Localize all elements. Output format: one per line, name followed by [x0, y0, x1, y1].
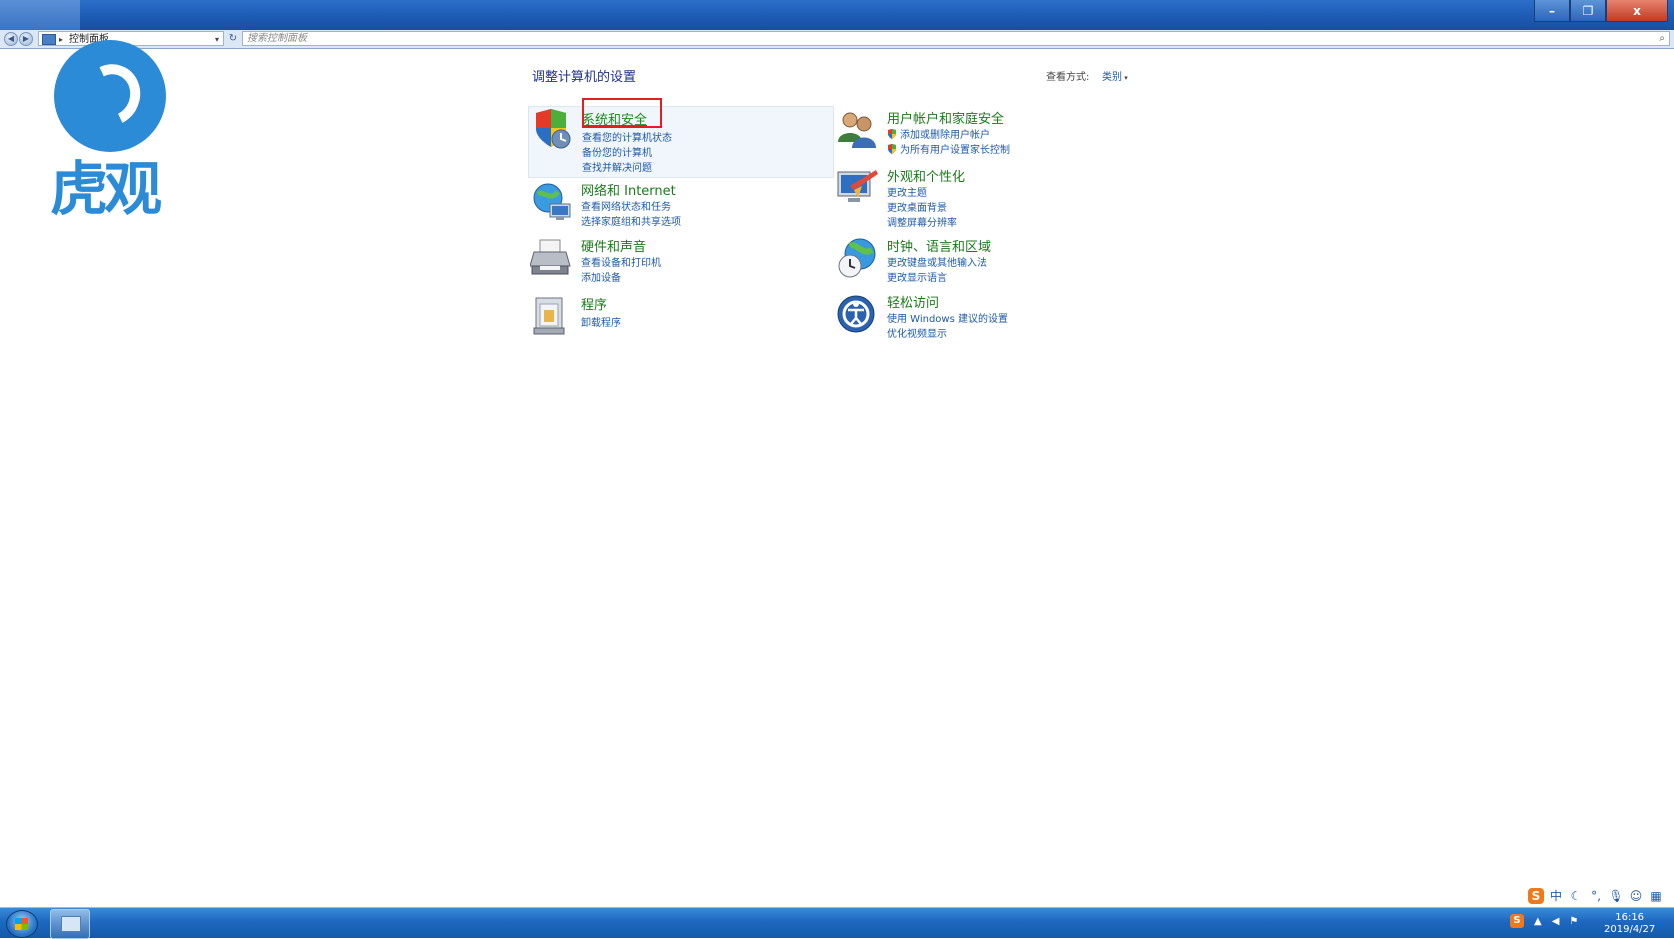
view-by-label: 查看方式: — [1046, 72, 1090, 83]
category-title-programs[interactable]: 程序 — [581, 294, 607, 313]
title-bar: – ❐ x — [0, 0, 1674, 30]
link-change-theme[interactable]: 更改主题 — [887, 184, 927, 199]
ime-language-toggle[interactable]: 中 — [1548, 888, 1564, 904]
action-center-flag-icon[interactable]: ⚑ — [1569, 916, 1578, 927]
view-by-dropdown[interactable]: 类别 — [1102, 68, 1128, 83]
link-add-device[interactable]: 添加设备 — [581, 269, 621, 284]
category-title-hardware-sound[interactable]: 硬件和声音 — [581, 236, 646, 255]
link-add-remove-accounts[interactable]: 添加或删除用户帐户 — [887, 126, 990, 141]
category-title-network-internet[interactable]: 网络和 Internet — [581, 180, 676, 199]
search-placeholder: 搜索控制面板 — [247, 33, 307, 44]
link-change-desktop-background[interactable]: 更改桌面背景 — [887, 199, 947, 214]
clock-date: 2019/4/27 — [1604, 924, 1656, 935]
uac-shield-icon — [888, 129, 896, 139]
watermark-logo: 虎观 — [50, 36, 180, 226]
link-windows-recommended-settings[interactable]: 使用 Windows 建议的设置 — [887, 310, 1008, 325]
ease-of-access-icon — [837, 295, 875, 333]
window-controls: – ❐ x — [1534, 0, 1668, 22]
globe-clock-icon — [838, 238, 876, 278]
minimize-button[interactable]: – — [1534, 0, 1570, 22]
forward-button[interactable]: ▶ — [19, 32, 33, 46]
category-programs[interactable]: 程序 卸载程序 — [528, 294, 828, 362]
back-button[interactable]: ◀ — [4, 32, 18, 46]
category-title-clock-language-region[interactable]: 时钟、语言和区域 — [887, 236, 991, 255]
uac-shield-icon — [888, 144, 896, 154]
clock[interactable]: 16:16 2019/4/27 — [1604, 912, 1655, 936]
programs-icon — [533, 297, 565, 335]
link-view-network-status[interactable]: 查看网络状态和任务 — [581, 198, 671, 213]
category-title-user-accounts[interactable]: 用户帐户和家庭安全 — [887, 108, 1004, 127]
link-add-remove-accounts-label: 添加或删除用户帐户 — [900, 130, 990, 141]
link-homegroup-sharing[interactable]: 选择家庭组和共享选项 — [581, 213, 681, 228]
network-globe-icon — [533, 183, 571, 220]
category-ease-of-access[interactable]: 轻松访问 使用 Windows 建议的设置 优化视频显示 — [834, 292, 1134, 360]
users-icon — [838, 112, 876, 148]
logo-text: 虎观 — [50, 155, 162, 223]
link-adjust-resolution[interactable]: 调整屏幕分辨率 — [887, 214, 957, 229]
category-title-appearance[interactable]: 外观和个性化 — [887, 166, 965, 185]
refresh-icon[interactable]: ↻ — [226, 31, 240, 46]
link-view-devices-printers[interactable]: 查看设备和打印机 — [581, 254, 661, 269]
address-bar: ◀ ▶ ▸ 控制面板 ▾ ↻ 搜索控制面板 ⌕ — [0, 30, 1674, 49]
link-backup-computer[interactable]: 备份您的计算机 — [582, 144, 652, 159]
link-find-fix-problems[interactable]: 查找并解决问题 — [582, 159, 652, 174]
category-title-ease-of-access[interactable]: 轻松访问 — [887, 292, 939, 311]
volume-icon[interactable]: ◀ — [1552, 916, 1560, 927]
link-parental-controls[interactable]: 为所有用户设置家长控制 — [887, 141, 1010, 156]
taskbar-control-panel[interactable] — [50, 909, 90, 939]
search-input[interactable]: 搜索控制面板 ⌕ — [242, 31, 1670, 46]
taskbar: S ▲ ◀ ⚑ 16:16 2019/4/27 — [0, 907, 1674, 939]
microphone-icon[interactable]: 🎙 — [1608, 888, 1624, 904]
link-view-computer-status[interactable]: 查看您的计算机状态 — [582, 129, 672, 144]
category-appearance[interactable]: 外观和个性化 更改主题 更改桌面背景 调整屏幕分辨率 — [834, 166, 1134, 234]
control-panel-window-icon — [61, 916, 81, 932]
show-hidden-icons-icon[interactable]: ▲ — [1534, 916, 1542, 927]
clock-time: 16:16 — [1615, 912, 1645, 923]
chevron-down-icon[interactable]: ▾ — [215, 32, 219, 47]
category-system-security[interactable]: 系统和安全 查看您的计算机状态 备份您的计算机 查找并解决问题 — [528, 106, 834, 178]
link-change-display-language[interactable]: 更改显示语言 — [887, 269, 947, 284]
page-title: 调整计算机的设置 — [532, 70, 637, 85]
search-icon[interactable]: ⌕ — [1659, 32, 1665, 45]
system-tray: S ▲ ◀ ⚑ — [1510, 914, 1578, 928]
ime-toolbar: S 中 ☾ °, 🎙 ☺ ▦ — [1528, 886, 1664, 906]
punctuation-icon[interactable]: °, — [1588, 888, 1604, 904]
link-uninstall-program[interactable]: 卸载程序 — [581, 314, 621, 329]
link-parental-controls-label: 为所有用户设置家长控制 — [900, 145, 1010, 156]
user-icon[interactable]: ☺ — [1628, 888, 1644, 904]
logo-mark-icon — [54, 40, 166, 152]
link-optimize-visual-display[interactable]: 优化视频显示 — [887, 325, 947, 340]
grid-menu-icon[interactable]: ▦ — [1648, 888, 1664, 904]
shield-icon — [536, 109, 571, 149]
highlight-box — [582, 98, 662, 128]
start-button[interactable] — [6, 910, 38, 938]
restore-button[interactable]: ❐ — [1570, 0, 1606, 22]
close-button[interactable]: x — [1606, 0, 1668, 22]
moon-icon[interactable]: ☾ — [1568, 888, 1584, 904]
link-change-input-methods[interactable]: 更改键盘或其他输入法 — [887, 254, 987, 269]
appearance-icon — [837, 170, 878, 202]
sogou-tray-icon[interactable]: S — [1510, 914, 1524, 928]
printer-icon — [530, 239, 571, 275]
sogou-ime-logo[interactable]: S — [1528, 888, 1544, 904]
